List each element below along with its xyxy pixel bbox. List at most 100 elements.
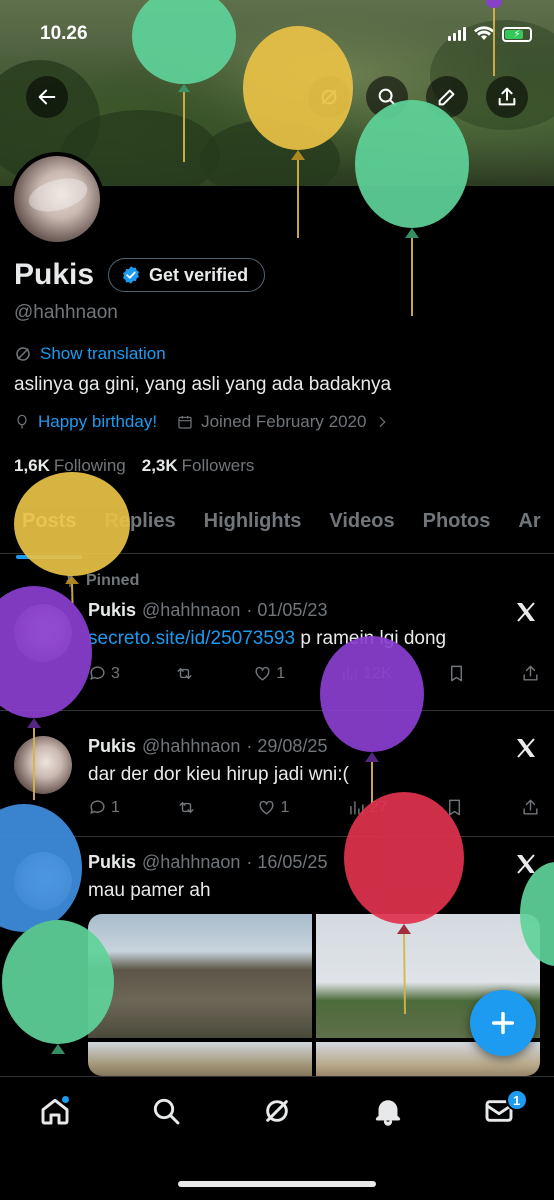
notifications-icon [375,1100,400,1126]
edit-icon [438,89,455,106]
repost-button[interactable] [177,798,200,817]
tab-photos[interactable]: Photos [423,498,491,553]
search-icon [154,1098,180,1125]
tab-videos[interactable]: Videos [329,498,394,553]
profile-meta: Happy birthday! Joined February 2020 [14,412,390,432]
nav-home[interactable] [30,1095,80,1135]
nav-messages[interactable]: 1 [474,1089,528,1135]
post-author-name[interactable]: Pukis [88,600,136,621]
repost-icon [177,668,192,679]
views-icon [349,801,364,815]
pinned-label: Pinned [86,572,140,589]
post-avatar[interactable] [14,604,72,662]
chevron-right-icon[interactable] [374,414,390,430]
tab-posts[interactable]: Posts [15,498,83,559]
like-count: 1 [280,798,290,816]
share-post-button[interactable] [521,798,540,817]
pin-icon [66,575,74,587]
profile-name: Pukis [14,258,95,291]
translate-icon [16,347,30,361]
x-logo-icon[interactable] [514,736,538,760]
post-actions: 3 1 12K [88,664,540,683]
post-avatar[interactable] [14,852,72,910]
nav-notifications[interactable] [363,1095,413,1135]
reply-count: 1 [111,798,120,816]
views-button[interactable]: 12K [340,664,392,683]
reply-count: 3 [111,664,120,682]
post-body: dar der dor kieu hirup jadi wni:( [88,764,349,785]
show-translation-link[interactable]: Show translation [14,344,166,364]
post-media-grid [88,914,540,1076]
followers-link[interactable]: 2,3K Followers [142,456,255,476]
search-button[interactable] [366,76,408,118]
tab-highlights[interactable]: Highlights [204,498,302,553]
following-link[interactable]: 1,6K Following [14,456,126,476]
x-logo-icon[interactable] [514,852,538,876]
home-indicator [178,1181,376,1187]
profile-avatar[interactable] [10,152,104,246]
share-button[interactable] [486,76,528,118]
post-author-name[interactable]: Pukis [88,736,136,757]
post-body: p ramein lgi dong [295,628,447,649]
messages-badge: 1 [505,1089,528,1111]
reply-button[interactable]: 3 [88,664,120,683]
bookmark-icon [450,665,462,682]
post-photo[interactable] [88,914,312,1038]
grok-icon [321,89,337,105]
reply-icon [90,666,105,680]
back-button[interactable] [26,76,68,118]
verified-badge-icon [121,265,141,285]
repost-icon [179,802,194,813]
post-body: mau pamer ah [88,880,211,901]
following-label: Following [53,456,126,475]
followers-label: Followers [181,456,255,475]
post-author-name[interactable]: Pukis [88,852,136,873]
tab-replies[interactable]: Replies [104,498,175,553]
name-row: Pukis Get verified [14,258,266,292]
get-verified-button[interactable]: Get verified [108,258,266,292]
plus-icon [491,1011,515,1035]
views-button[interactable]: 27 [347,798,388,817]
post-header: Pukis @hahhnaon · 16/05/25 [88,852,327,873]
views-count: 27 [369,798,388,816]
x-logo-icon[interactable] [514,600,538,624]
share-icon [523,799,538,815]
post-actions: 1 1 27 [88,798,540,817]
follow-stats: 1,6K Following 2,3K Followers [14,456,254,476]
like-button[interactable]: 1 [253,664,285,683]
edit-button[interactable] [426,76,468,118]
like-icon [255,666,270,681]
post-date: · 01/05/23 [246,600,328,620]
grok-button[interactable] [308,76,350,118]
post-author-handle: @hahhnaon [142,600,241,620]
nav-search[interactable] [141,1095,191,1135]
status-time: 10.26 [40,23,88,44]
following-count: 1,6K [14,456,50,475]
bookmark-button[interactable] [447,664,466,683]
reply-button[interactable]: 1 [88,798,120,817]
profile-handle: @hahhnaon [14,302,118,323]
post-avatar[interactable] [14,736,72,794]
search-icon [378,88,397,107]
bookmark-button[interactable] [445,798,464,817]
post-date: · 16/05/25 [246,852,328,872]
battery-icon: ⚡ [502,26,532,42]
followers-count: 2,3K [141,456,178,475]
nav-grok[interactable] [252,1095,302,1135]
profile-bio: aslinya ga gini, yang asli yang ada bada… [14,374,392,395]
like-button[interactable]: 1 [257,798,289,817]
post-link[interactable]: secreto.site/id/25073593 [88,628,295,649]
post-author-handle: @hahhnaon [142,736,241,756]
compose-button[interactable] [470,990,536,1056]
bookmark-icon [448,799,460,816]
tab-articles[interactable]: Ar [518,498,540,553]
post-photo[interactable] [88,1042,312,1076]
share-icon [498,87,516,106]
status-bar: 10.26 ⚡ [40,20,532,48]
repost-button[interactable] [175,664,198,683]
like-icon [259,800,274,815]
birthday-link[interactable]: Happy birthday! [38,412,157,432]
like-count: 1 [276,664,286,682]
share-post-button[interactable] [521,664,540,683]
show-translation-label: Show translation [40,344,166,363]
